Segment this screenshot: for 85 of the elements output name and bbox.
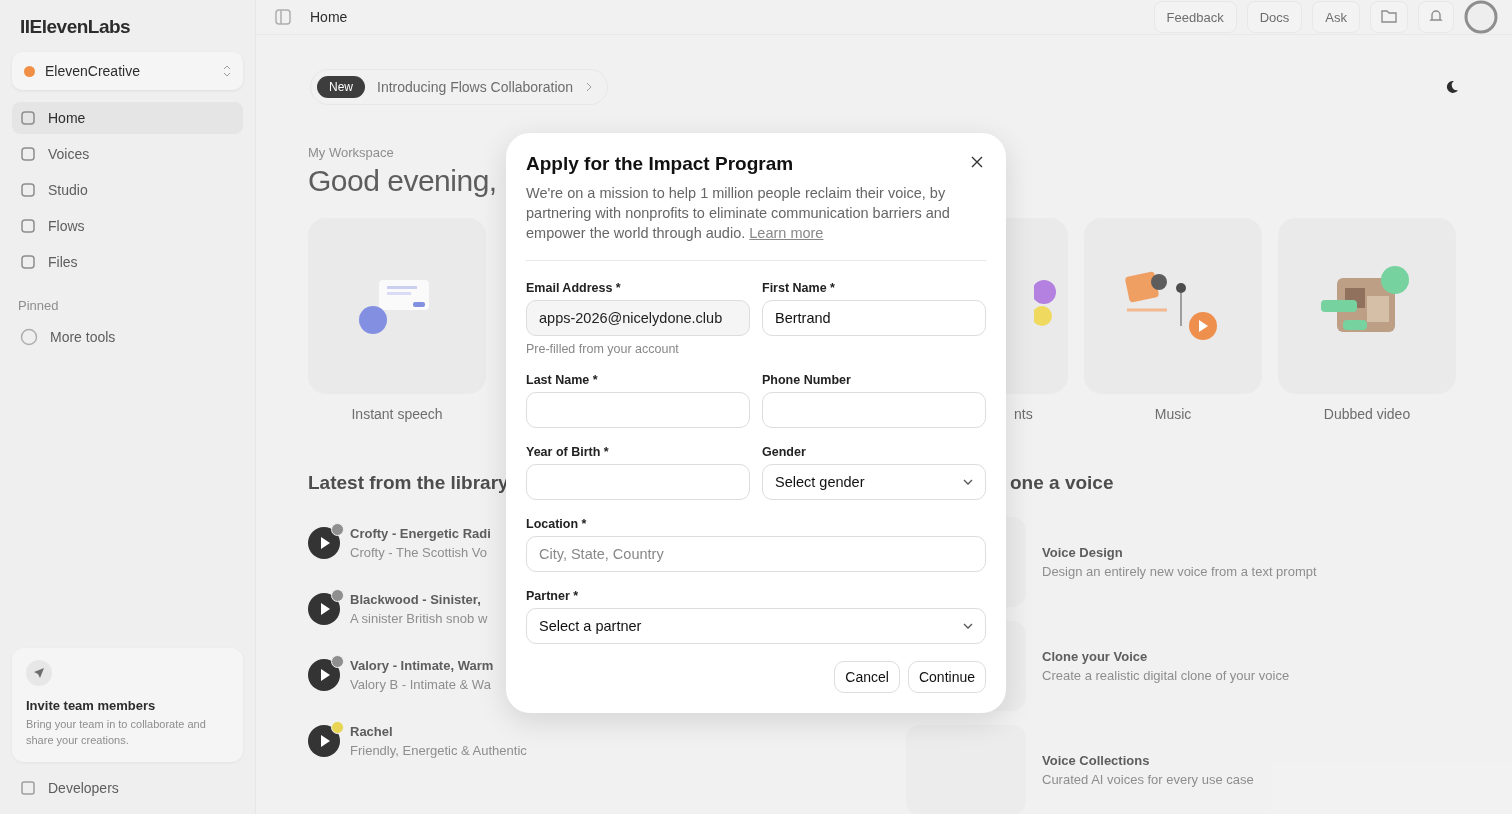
dialog-title: Apply for the Impact Program — [526, 153, 794, 175]
field-label: Partner * — [526, 589, 580, 603]
input-field[interactable] — [526, 392, 750, 428]
nav-icon — [20, 110, 36, 126]
toolbar-button[interactable]: Docs — [1246, 1, 1303, 33]
nav-item[interactable]: Developers — [12, 772, 243, 804]
workspace-dot — [24, 65, 35, 77]
toolbar-button[interactable]: Ask — [1312, 1, 1360, 33]
select-field[interactable]: Select a partner — [526, 608, 986, 644]
field-label: Email Address * — [526, 281, 622, 295]
learn-more-link[interactable]: Learn more — [749, 225, 824, 241]
chevron-down-icon — [963, 623, 973, 629]
field-label: Last Name * — [526, 373, 599, 387]
card-label: Instant speech — [350, 406, 444, 422]
nav-item[interactable]: Files — [12, 246, 243, 278]
announcement-text: Introducing Flows Collaboration — [377, 79, 574, 95]
invite-title: Invite team members — [26, 698, 157, 714]
nav-item[interactable]: Studio — [12, 174, 243, 206]
section-heading: one a voice — [1010, 472, 1114, 494]
card-label: Music — [1153, 406, 1193, 422]
nav-item[interactable]: Home — [12, 102, 243, 134]
circle-icon — [20, 328, 38, 346]
invite-text: Bring your team in to collaborate and share your creations. — [26, 717, 207, 748]
folder-button[interactable] — [1370, 1, 1408, 33]
field-label: Phone Number — [762, 373, 852, 387]
voice-name: Valory - Intimate, Warm — [350, 658, 494, 673]
moon-icon[interactable] — [1444, 79, 1460, 95]
tool-card[interactable] — [1084, 218, 1262, 394]
nav-icon — [20, 182, 36, 198]
dialog-button[interactable]: Continue — [907, 661, 986, 693]
voice-description: A sinister British snob w — [350, 611, 488, 626]
card-label: Dubbed video — [1322, 406, 1412, 422]
nav-icon — [20, 218, 36, 234]
chevron-down-icon — [963, 479, 973, 485]
chevron-icon — [585, 82, 594, 92]
field-label: Year of Birth * — [526, 445, 610, 459]
breadcrumb: Home — [310, 9, 348, 25]
option-title: Voice Collections — [1042, 753, 1151, 768]
close-icon[interactable] — [971, 156, 983, 168]
send-icon — [26, 660, 52, 687]
field-label: First Name * — [762, 281, 836, 295]
section-heading: Pinned — [17, 297, 60, 315]
field-label: Location * — [526, 517, 588, 531]
option-description: Design an entirely new voice from a text prompt — [1042, 564, 1317, 579]
option-description: Curated AI voices for every use case — [1042, 772, 1254, 787]
logo: IIElevenLabs — [19, 15, 132, 39]
bell-icon — [1429, 7, 1443, 24]
voice-description: Friendly, Energetic & Authentic — [350, 743, 527, 758]
option-title: Clone your Voice — [1042, 649, 1149, 664]
greeting: Good evening, — [308, 164, 497, 198]
voice-description: Valory B - Intimate & Wa — [350, 677, 492, 692]
select-field[interactable]: Select gender — [762, 464, 986, 500]
dialog-description: We're on a mission to help 1 million people reclaim their voice, by partnering with nonprofits to eliminate communication barriers and empower the world through audio. Learn more — [526, 184, 951, 243]
section-heading: Latest from the library — [308, 472, 509, 494]
toolbar-button[interactable]: Feedback — [1153, 1, 1237, 33]
folder-icon — [1381, 8, 1397, 23]
voice-name: Rachel — [350, 724, 394, 739]
nav-icon — [20, 254, 36, 270]
avatar[interactable] — [1464, 0, 1498, 34]
nav-item[interactable]: Voices — [12, 138, 243, 170]
chevron-icon — [223, 65, 231, 77]
option-description: Create a realistic digital clone of your voice — [1042, 668, 1290, 683]
voice-name: Blackwood - Sinister, — [350, 592, 482, 607]
voice-description: Crofty - The Scottish Vo — [350, 545, 489, 560]
field-hint: Pre-filled from your account — [526, 342, 680, 356]
tool-card[interactable] — [308, 218, 486, 394]
nav-item[interactable]: Flows — [12, 210, 243, 242]
tool-card[interactable] — [1278, 218, 1456, 394]
dialog-button[interactable]: Cancel — [834, 661, 900, 693]
box-icon — [20, 780, 36, 796]
input-field[interactable]: City, State, Country — [526, 536, 986, 572]
field-label: Gender — [762, 445, 807, 459]
input-field[interactable]: Bertrand — [762, 300, 986, 336]
input-field[interactable] — [526, 464, 750, 500]
card-label: nts — [1013, 406, 1034, 422]
voice-name: Crofty - Energetic Radi — [350, 526, 491, 541]
new-badge: New — [317, 76, 365, 98]
nav-item[interactable]: More tools — [12, 321, 243, 353]
workspace-label: My Workspace — [308, 145, 395, 160]
input-field[interactable] — [762, 392, 986, 428]
nav-icon — [20, 146, 36, 162]
option-title: Voice Design — [1042, 545, 1124, 560]
sidebar-toggle-icon[interactable] — [274, 8, 292, 26]
bell-button[interactable] — [1418, 1, 1454, 33]
workspace-switcher[interactable]: ElevenCreative — [12, 52, 243, 90]
